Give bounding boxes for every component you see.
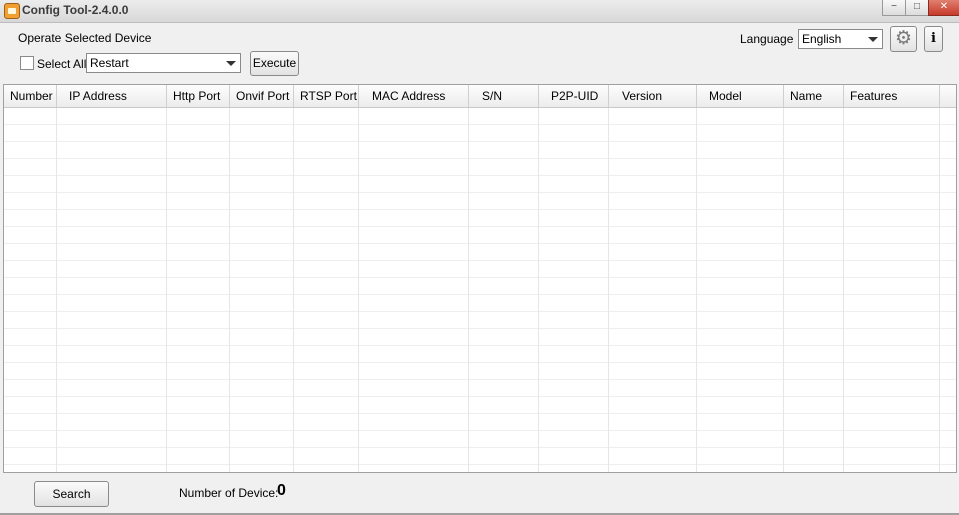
execute-button[interactable]: Execute [250, 51, 299, 76]
language-label: Language [740, 32, 794, 46]
column-divider [56, 108, 57, 472]
column-divider [468, 108, 469, 472]
column-header-model[interactable]: Model [697, 85, 784, 107]
action-dropdown[interactable]: Restart [86, 53, 241, 73]
column-header-http-port[interactable]: Http Port [167, 85, 230, 107]
device-count-label: Number of Device: [179, 486, 279, 500]
select-all-label[interactable]: Select All [37, 57, 86, 71]
column-divider [229, 108, 230, 472]
column-header-name[interactable]: Name [784, 85, 844, 107]
column-header-features[interactable]: Features [844, 85, 940, 107]
column-header-sn[interactable]: S/N [469, 85, 539, 107]
minimize-button[interactable]: − [882, 0, 906, 16]
column-divider [939, 108, 940, 472]
table-header: Number IP Address Http Port Onvif Port R… [4, 85, 956, 108]
column-divider [843, 108, 844, 472]
chevron-down-icon [868, 37, 878, 42]
action-dropdown-value: Restart [90, 56, 129, 70]
language-dropdown-value: English [802, 32, 842, 46]
close-button[interactable]: ✕ [928, 0, 959, 16]
operate-selected-device-label: Operate Selected Device [18, 31, 152, 45]
column-divider [696, 108, 697, 472]
column-divider [358, 108, 359, 472]
table-body [4, 108, 956, 472]
column-header-version[interactable]: Version [609, 85, 697, 107]
column-divider [293, 108, 294, 472]
column-divider [166, 108, 167, 472]
language-dropdown[interactable]: English [798, 29, 883, 49]
column-header-rtsp-port[interactable]: RTSP Port [294, 85, 359, 107]
column-header-ip-address[interactable]: IP Address [57, 85, 167, 107]
column-header-onvif-port[interactable]: Onvif Port [230, 85, 294, 107]
search-button[interactable]: Search [34, 481, 109, 507]
column-header-number[interactable]: Number [4, 85, 57, 107]
chevron-down-icon [226, 61, 236, 66]
app-icon [4, 3, 20, 19]
column-divider [783, 108, 784, 472]
column-divider [538, 108, 539, 472]
gear-icon: ⚙ [894, 28, 913, 49]
info-button[interactable]: i [924, 26, 943, 52]
column-header-mac-address[interactable]: MAC Address [359, 85, 469, 107]
maximize-button[interactable]: □ [905, 0, 929, 16]
settings-button[interactable]: ⚙ [890, 26, 917, 52]
column-header-p2p-uid[interactable]: P2P-UID [539, 85, 609, 107]
device-count-value: 0 [277, 482, 286, 499]
column-divider [608, 108, 609, 472]
window-title: Config Tool-2.4.0.0 [22, 3, 129, 17]
device-table[interactable]: Number IP Address Http Port Onvif Port R… [3, 84, 957, 473]
select-all-checkbox[interactable] [20, 56, 34, 70]
title-bar: Config Tool-2.4.0.0 − □ ✕ [0, 0, 959, 23]
